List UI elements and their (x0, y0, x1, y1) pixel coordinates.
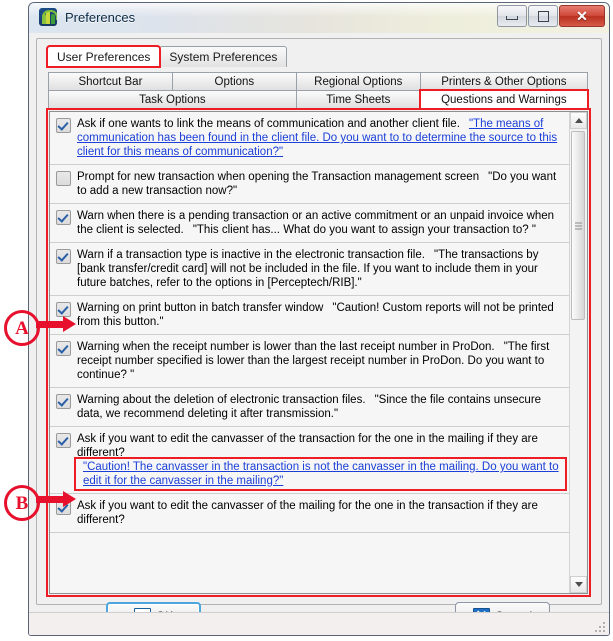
list-item[interactable]: Warning on print button in batch transfe… (50, 296, 570, 335)
minimize-icon (506, 16, 518, 20)
scroll-down-button[interactable] (570, 576, 587, 593)
window-titlebar[interactable]: Preferences ✕ (29, 3, 609, 34)
window-body: User Preferences System Preferences Shor… (29, 33, 609, 635)
minimize-button[interactable] (497, 5, 527, 27)
subtab-options-label: Options (214, 75, 255, 88)
subtab-regional-options-label: Regional Options (314, 75, 403, 88)
grip-lines-icon (575, 222, 582, 229)
checkbox-link-means-of-communication[interactable] (56, 118, 71, 133)
list-item[interactable]: Warning when the receipt number is lower… (50, 335, 570, 388)
questions-warnings-list: Ask if one wants to link the means of co… (46, 108, 591, 597)
close-icon: ✕ (576, 8, 588, 24)
list-item-label: Warning when the receipt number is lower… (77, 341, 495, 353)
list-item-label: Warning on print button in batch transfe… (77, 302, 324, 314)
subtab-printers-other-options[interactable]: Printers & Other Options (419, 72, 588, 91)
chevron-up-icon (574, 118, 583, 123)
checkbox-warning-print-button[interactable] (56, 302, 71, 317)
scroll-up-button[interactable] (570, 112, 587, 129)
subtab-printers-other-options-label: Printers & Other Options (441, 75, 567, 88)
list-item-label: Prompt for new transaction when opening … (77, 171, 480, 183)
subtab-questions-and-warnings-label: Questions and Warnings (441, 93, 567, 106)
subtab-task-options-label: Task Options (139, 93, 206, 106)
list-item[interactable]: Warn when there is a pending transaction… (50, 204, 570, 243)
subtab-time-sheets-label: Time Sheets (326, 93, 391, 106)
list-item-label: Ask if you want to edit the canvasser of… (77, 433, 538, 459)
main-tab-strip: User Preferences System Preferences (45, 45, 288, 68)
checkbox-warning-receipt-number[interactable] (56, 341, 71, 356)
preferences-panel: User Preferences System Preferences Shor… (36, 38, 602, 605)
maximize-button[interactable] (528, 5, 558, 27)
tab-system-preferences-label: System Preferences (169, 50, 278, 64)
chevron-down-icon (574, 582, 583, 587)
scrollbar-thumb[interactable] (571, 131, 585, 320)
tab-user-preferences[interactable]: User Preferences (45, 45, 162, 68)
tab-system-preferences[interactable]: System Preferences (159, 46, 288, 67)
checkbox-edit-canvasser-mailing[interactable] (56, 500, 71, 515)
list-viewport: Ask if one wants to link the means of co… (50, 112, 570, 593)
sub-tab-grid: Shortcut Bar Options Regional Options Pr… (48, 72, 590, 110)
subtab-shortcut-bar-label: Shortcut Bar (78, 75, 143, 88)
resize-grip-icon[interactable] (593, 620, 605, 632)
subtab-shortcut-bar[interactable]: Shortcut Bar (48, 72, 173, 91)
list-item-label: Warning about the deletion of electronic… (77, 394, 366, 406)
checkbox-warn-pending-transaction[interactable] (56, 210, 71, 225)
preferences-window: Preferences ✕ User Preferences System Pr… (28, 2, 610, 636)
list-item[interactable]: Prompt for new transaction when opening … (50, 165, 570, 204)
list-scrollbar[interactable] (569, 112, 587, 593)
prodon-plant-icon (39, 8, 57, 26)
subtab-time-sheets[interactable]: Time Sheets (295, 90, 421, 109)
list-item[interactable]: Ask if you want to edit the canvasser of… (50, 494, 570, 533)
checkbox-warn-inactive-transaction-type[interactable] (56, 249, 71, 264)
list-item[interactable]: Warn if a transaction type is inactive i… (50, 243, 570, 296)
list-item-label: Ask if you want to edit the canvasser of… (77, 500, 538, 526)
checkbox-prompt-new-transaction[interactable] (56, 171, 71, 186)
window-statusbar (29, 612, 609, 635)
list-item-message: "This client has... What do you want to … (192, 224, 536, 236)
list-item-label: Ask if one wants to link the means of co… (77, 118, 460, 130)
maximize-icon (537, 10, 549, 22)
checkbox-warning-deletion-etransaction-files[interactable] (56, 394, 71, 409)
list-item[interactable]: Ask if you want to edit the canvasser of… (50, 427, 570, 494)
list-item[interactable]: Warning about the deletion of electronic… (50, 388, 570, 427)
list-item-label: Warn if a transaction type is inactive i… (77, 249, 425, 261)
subtab-task-options[interactable]: Task Options (48, 90, 297, 109)
list-item-message-highlighted[interactable]: "Caution! The canvasser in the transacti… (74, 457, 567, 491)
tab-user-preferences-label: User Preferences (57, 50, 151, 64)
checkbox-edit-canvasser-transaction[interactable] (56, 433, 71, 448)
close-button[interactable]: ✕ (559, 5, 605, 27)
subtab-questions-and-warnings[interactable]: Questions and Warnings (418, 89, 590, 110)
list-item[interactable]: Ask if one wants to link the means of co… (50, 112, 570, 165)
window-title: Preferences (65, 10, 136, 25)
window-controls: ✕ (497, 5, 605, 27)
subtab-options[interactable]: Options (171, 72, 297, 91)
subtab-regional-options[interactable]: Regional Options (295, 72, 421, 91)
